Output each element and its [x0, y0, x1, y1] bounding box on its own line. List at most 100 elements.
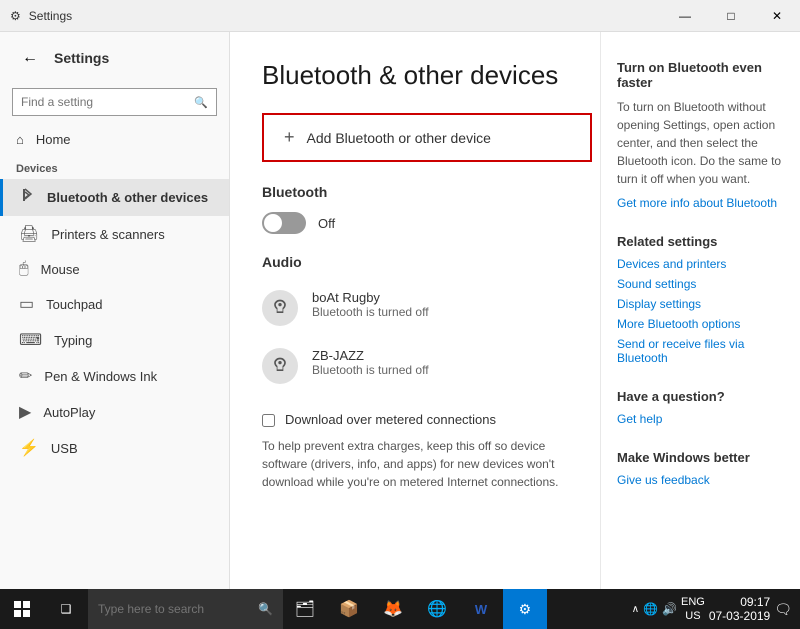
sidebar-pen-label: Pen & Windows Ink [44, 369, 157, 384]
mouse-icon: 🖱 [19, 260, 29, 278]
sidebar-header: ← Settings [0, 32, 229, 84]
network-icon: 🌐 [643, 602, 658, 616]
printer-icon: 🖨 [19, 224, 39, 244]
devices-printers-link[interactable]: Devices and printers [617, 257, 784, 271]
give-feedback-link[interactable]: Give us feedback [617, 473, 784, 487]
pen-icon: ✏ [19, 366, 32, 386]
sidebar-printers-label: Printers & scanners [51, 227, 164, 242]
sidebar-home-label: Home [36, 132, 71, 147]
get-help-link[interactable]: Get help [617, 412, 784, 426]
settings-window: ⚙ Settings — □ ✕ ← Settings 🔍 ⌂ [0, 0, 800, 629]
close-button[interactable]: ✕ [754, 0, 800, 32]
metered-description: To help prevent extra charges, keep this… [262, 437, 568, 491]
touchpad-icon: ▭ [19, 294, 34, 314]
taskbar-search-input[interactable] [98, 602, 258, 616]
sidebar-item-typing[interactable]: ⌨ Typing [0, 322, 229, 358]
typing-icon: ⌨ [19, 330, 42, 350]
taskbar-right: ∧ 🌐 🔊 ENG US 09:17 07-03-2019 🗨 [632, 595, 800, 624]
sys-tray-expand[interactable]: ∧ [632, 604, 639, 615]
device-icon-boat [262, 290, 298, 326]
notification-button[interactable]: 🗨 [774, 601, 792, 618]
sidebar-item-autoplay[interactable]: ▶ AutoPlay [0, 394, 229, 430]
main-content: ← Settings 🔍 ⌂ Home Devices [0, 32, 800, 589]
search-icon: 🔍 [194, 96, 208, 109]
taskbar-search-icon: 🔍 [258, 602, 273, 616]
minimize-button[interactable]: — [662, 0, 708, 32]
sidebar-item-mouse[interactable]: 🖱 Mouse [0, 252, 229, 286]
bluetooth-toggle-label: Off [318, 216, 335, 231]
sidebar-item-pen[interactable]: ✏ Pen & Windows Ink [0, 358, 229, 394]
taskbar-clock[interactable]: 09:17 07-03-2019 [709, 595, 770, 623]
sidebar-mouse-label: Mouse [41, 262, 80, 277]
title-bar: ⚙ Settings — □ ✕ [0, 0, 800, 32]
device-status-boat: Bluetooth is turned off [312, 305, 429, 319]
metered-label: Download over metered connections [285, 412, 496, 427]
device-info-boat: boAt Rugby Bluetooth is turned off [312, 290, 429, 319]
content-area: Bluetooth & other devices + Add Bluetoot… [230, 32, 600, 589]
right-panel: Turn on Bluetooth even faster To turn on… [600, 32, 800, 589]
metered-connections-row: Download over metered connections [262, 412, 568, 427]
device-status-zb: Bluetooth is turned off [312, 363, 429, 377]
lang-bottom: US [685, 609, 700, 623]
sidebar-item-printers[interactable]: 🖨 Printers & scanners [0, 216, 229, 252]
volume-icon[interactable]: 🔊 [662, 602, 677, 616]
question-title: Have a question? [617, 389, 784, 404]
home-icon: ⌂ [16, 132, 24, 147]
windows-better-section: Make Windows better Give us feedback [617, 450, 784, 487]
autoplay-icon: ▶ [19, 402, 31, 422]
related-settings-title: Related settings [617, 234, 784, 249]
page-title: Bluetooth & other devices [262, 60, 568, 91]
send-receive-files-link[interactable]: Send or receive files via Bluetooth [617, 337, 784, 365]
turn-on-faster-title: Turn on Bluetooth even faster [617, 60, 784, 90]
sidebar-item-bluetooth[interactable]: Bluetooth & other devices [0, 179, 229, 216]
sidebar-bluetooth-label: Bluetooth & other devices [47, 190, 208, 205]
browser-button[interactable]: 🌐 [415, 589, 459, 629]
more-bluetooth-options-link[interactable]: More Bluetooth options [617, 317, 784, 331]
question-section: Have a question? Get help [617, 389, 784, 426]
maximize-button[interactable]: □ [708, 0, 754, 32]
language-indicator[interactable]: ENG US [681, 595, 705, 624]
sidebar-item-touchpad[interactable]: ▭ Touchpad [0, 286, 229, 322]
display-settings-link[interactable]: Display settings [617, 297, 784, 311]
sidebar-item-usb[interactable]: ⚡ USB [0, 430, 229, 466]
audio-section-header: Audio [262, 254, 568, 270]
device-info-zb: ZB-JAZZ Bluetooth is turned off [312, 348, 429, 377]
toggle-knob [264, 214, 282, 232]
sidebar: ← Settings 🔍 ⌂ Home Devices [0, 32, 230, 589]
bluetooth-toggle-row: Off [262, 212, 568, 234]
sound-settings-link[interactable]: Sound settings [617, 277, 784, 291]
sidebar-item-home[interactable]: ⌂ Home [0, 124, 229, 155]
start-button[interactable] [0, 589, 44, 629]
settings-taskbar-button[interactable]: ⚙ [503, 589, 547, 629]
firefox-button[interactable]: 🦊 [371, 589, 415, 629]
clock-date: 07-03-2019 [709, 609, 770, 623]
clock-time: 09:17 [740, 595, 770, 609]
taskbar-left: ❑ 🔍 🗂 📦 🦊 🌐 W ⚙ [0, 589, 547, 629]
device-name-boat: boAt Rugby [312, 290, 429, 305]
word-button[interactable]: W [459, 589, 503, 629]
lang-top: ENG [681, 595, 705, 609]
device-item-zb[interactable]: ZB-JAZZ Bluetooth is turned off [262, 340, 568, 392]
more-info-bluetooth-link[interactable]: Get more info about Bluetooth [617, 196, 784, 210]
device-name-zb: ZB-JAZZ [312, 348, 429, 363]
store-button[interactable]: 📦 [327, 589, 371, 629]
title-bar-title: Settings [29, 9, 72, 23]
usb-icon: ⚡ [19, 438, 39, 458]
sidebar-touchpad-label: Touchpad [46, 297, 102, 312]
task-view-button[interactable]: ❑ [44, 589, 88, 629]
add-device-button[interactable]: + Add Bluetooth or other device [262, 113, 592, 162]
metered-checkbox[interactable] [262, 414, 275, 427]
app-icon: ⚙ [10, 9, 21, 23]
turn-on-faster-text: To turn on Bluetooth without opening Set… [617, 98, 784, 188]
bluetooth-section-header: Bluetooth [262, 184, 568, 200]
sidebar-autoplay-label: AutoPlay [43, 405, 95, 420]
add-icon: + [284, 127, 295, 148]
bluetooth-toggle[interactable] [262, 212, 306, 234]
back-button[interactable]: ← [16, 44, 44, 72]
search-input[interactable] [21, 95, 194, 109]
related-settings-section: Related settings Devices and printers So… [617, 234, 784, 365]
taskbar: ❑ 🔍 🗂 📦 🦊 🌐 W ⚙ ∧ 🌐 🔊 ENG US 09:17 07-03… [0, 589, 800, 629]
file-explorer-button[interactable]: 🗂 [283, 589, 327, 629]
sidebar-app-title: Settings [54, 50, 109, 66]
device-item-boat[interactable]: boAt Rugby Bluetooth is turned off [262, 282, 568, 334]
